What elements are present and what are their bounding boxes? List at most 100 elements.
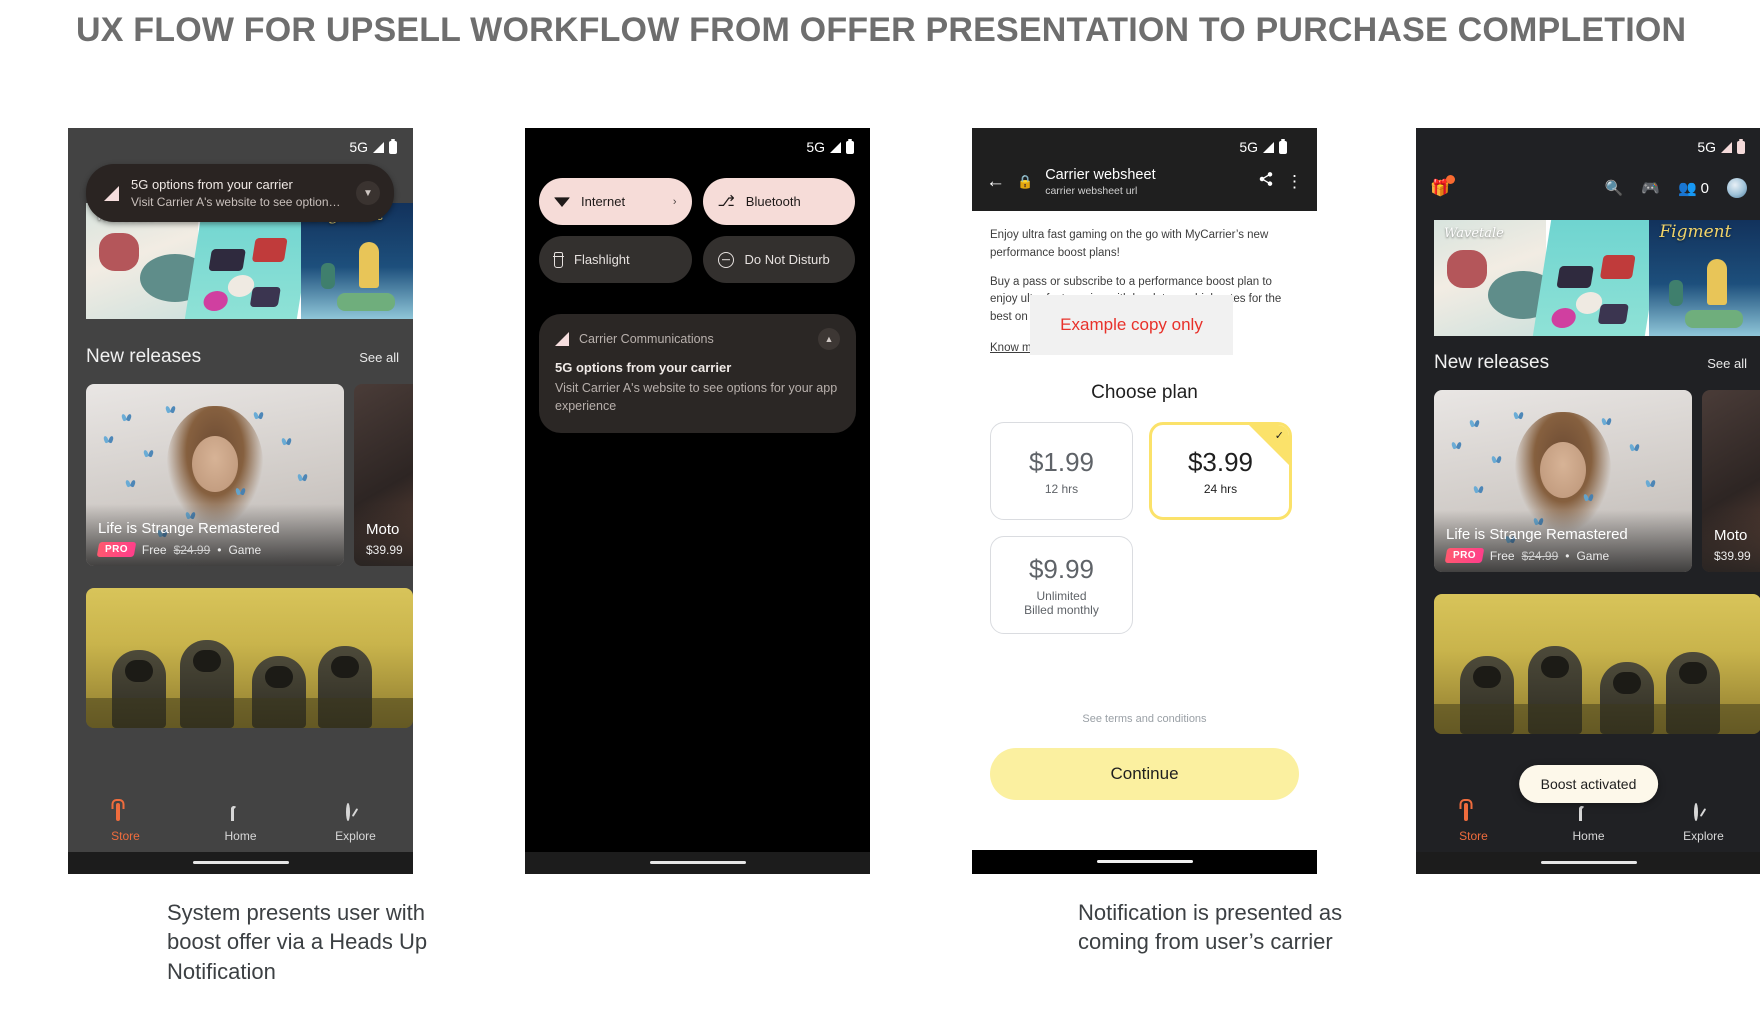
example-copy-overlay: Example copy only [1030, 295, 1233, 355]
status-bar: 5G [525, 128, 870, 166]
gesture-bar[interactable] [972, 850, 1317, 874]
featured-banner[interactable] [1434, 594, 1760, 734]
meta-separator: • [217, 542, 222, 557]
section-title: New releases [86, 346, 202, 367]
compass-icon [345, 803, 366, 825]
gesture-bar[interactable] [1416, 852, 1760, 874]
notification-body: Visit Carrier A's website to see options… [131, 195, 344, 209]
plan-options: $1.99 12 hrs ✓ $3.99 24 hrs $9.99 Unlimi… [972, 422, 1317, 635]
tile-label: Flashlight [574, 252, 630, 267]
plan-option-3[interactable]: $9.99 Unlimited Billed monthly [990, 536, 1133, 635]
nav-label: Home [224, 829, 257, 843]
plan-duration: 12 hrs [1044, 481, 1079, 496]
nav-item-home[interactable]: Home [1531, 805, 1646, 843]
game-meta: $39.99 [1714, 549, 1760, 563]
browser-page-title: Carrier websheet [1045, 167, 1156, 183]
game-card-row: Life is Strange Remastered PRO Free $24.… [1434, 390, 1760, 572]
status-network-label: 5G [1697, 139, 1716, 155]
battery-icon [389, 138, 397, 154]
chevron-right-icon[interactable]: › [673, 196, 677, 208]
websheet-body: Enjoy ultra fast gaming on the go with M… [972, 211, 1317, 356]
carousel-slide-label: Wavetale [1444, 226, 1504, 241]
battery-icon [846, 138, 854, 154]
carousel-slide-jackbox[interactable] [1532, 220, 1663, 336]
carousel-slide-wavetale[interactable]: Wavetale [1434, 220, 1546, 336]
panel-caption: System presents user with boost offer vi… [167, 900, 428, 984]
chevron-down-icon[interactable]: ▼ [356, 181, 380, 205]
search-icon[interactable]: 🔍 [1605, 179, 1624, 197]
plan-price: $1.99 [1028, 446, 1095, 477]
gesture-bar[interactable] [68, 852, 413, 874]
panel-2-notification-shade: 5G Internet › ⎇ Bluetooth Flashlight Do … [525, 128, 1342, 954]
nav-item-store[interactable]: Store [1416, 803, 1531, 843]
carousel-slide-figment[interactable]: Figment [1649, 220, 1760, 336]
signal-icon [1721, 141, 1732, 153]
section-title: New releases [1434, 352, 1550, 373]
game-card-moto[interactable]: Moto $39.99 [1702, 390, 1760, 572]
featured-banner[interactable] [86, 588, 413, 728]
friends-icon[interactable]: 👥 0 [1678, 179, 1709, 198]
back-arrow-icon[interactable]: ← [986, 171, 1005, 193]
status-network-label: 5G [1239, 139, 1258, 155]
quick-tile-flashlight[interactable]: Flashlight [539, 236, 692, 283]
plan-option-2-selected[interactable]: ✓ $3.99 24 hrs [1149, 422, 1292, 521]
game-category: Game [228, 542, 262, 557]
quick-tile-do-not-disturb[interactable]: Do Not Disturb [702, 236, 855, 283]
continue-button[interactable]: Continue [990, 748, 1299, 800]
gesture-bar[interactable] [525, 852, 870, 874]
flashlight-icon [553, 251, 564, 268]
quick-tile-internet[interactable]: Internet › [539, 178, 692, 225]
avatar[interactable] [1727, 178, 1747, 198]
gamepad-icon[interactable]: 🎮 [1641, 179, 1660, 197]
nav-label: Store [111, 829, 140, 843]
plan-duration: 24 hrs [1203, 481, 1238, 496]
chevron-up-icon[interactable]: ▲ [818, 328, 840, 350]
websheet-paragraph-1: Enjoy ultra fast gaming on the go with M… [990, 229, 1269, 259]
game-meta: PRO Free $24.99 • Game [96, 542, 332, 557]
plan-price: $9.99 [1028, 553, 1095, 584]
phone-screen-notification-shade: 5G Internet › ⎇ Bluetooth Flashlight Do … [525, 128, 870, 874]
game-title: Life is Strange Remastered [98, 520, 280, 537]
notification-card[interactable]: Carrier Communications ▲ 5G options from… [539, 314, 856, 434]
game-title: Life is Strange Remastered [1446, 526, 1628, 543]
status-network-label: 5G [349, 139, 368, 155]
gift-icon[interactable]: 🎁 [1430, 175, 1455, 198]
compass-icon [1693, 803, 1714, 825]
notification-body: Visit Carrier A's website to see options… [555, 381, 838, 414]
phone-screen-websheet: 5G ← 🔒 Carrier websheet carrier websheet… [972, 128, 1317, 874]
notification-title: 5G options from your carrier [131, 177, 293, 192]
game-card-life-is-strange[interactable]: Life is Strange Remastered PRO Free $24.… [1434, 390, 1692, 572]
nav-item-explore[interactable]: Explore [298, 803, 413, 843]
share-icon[interactable] [1258, 171, 1274, 192]
battery-icon [1737, 138, 1745, 154]
page-title: UX Flow for Upsell Workflow from Offer P… [76, 11, 1687, 49]
panel-1-heads-up-notification: 5G Wavetale Figment [68, 128, 427, 984]
do-not-disturb-icon [717, 251, 734, 268]
plan-billing: Billed monthly [1024, 602, 1099, 617]
store-icon [115, 803, 136, 825]
see-all-link[interactable]: See all [359, 350, 399, 365]
game-card-row: Life is Strange Remastered PRO Free $24.… [86, 384, 413, 566]
choose-plan-heading: Choose plan [1091, 382, 1198, 404]
nav-item-home[interactable]: Home [183, 805, 298, 843]
featured-carousel[interactable]: Wavetale Figment [1434, 220, 1760, 336]
quick-tile-bluetooth[interactable]: ⎇ Bluetooth [702, 178, 855, 225]
tile-label: Internet [581, 194, 626, 209]
see-all-link[interactable]: See all [1707, 356, 1747, 371]
carousel-slide-label: Figment [1659, 222, 1732, 242]
plan-option-1[interactable]: $1.99 12 hrs [990, 422, 1133, 521]
status-network-label: 5G [806, 139, 825, 155]
terms-link[interactable]: See terms and conditions [972, 713, 1317, 725]
overflow-menu-icon[interactable]: ⋮ [1286, 173, 1303, 190]
game-card-life-is-strange[interactable]: Life is Strange Remastered PRO Free $24.… [86, 384, 344, 566]
game-card-moto[interactable]: Moto $39.99 [354, 384, 413, 566]
bottom-navigation: Store Home Explore [1416, 796, 1760, 852]
meta-separator: • [1565, 548, 1570, 563]
nav-item-explore[interactable]: Explore [1646, 803, 1760, 843]
nav-item-store[interactable]: Store [68, 803, 183, 843]
check-icon: ✓ [1274, 430, 1284, 443]
heads-up-notification[interactable]: 5G options from your carrier Visit Carri… [86, 164, 394, 222]
store-icon [1463, 803, 1484, 825]
lock-icon: 🔒 [1017, 173, 1034, 189]
browser-url[interactable]: carrier websheet url [1045, 185, 1246, 197]
